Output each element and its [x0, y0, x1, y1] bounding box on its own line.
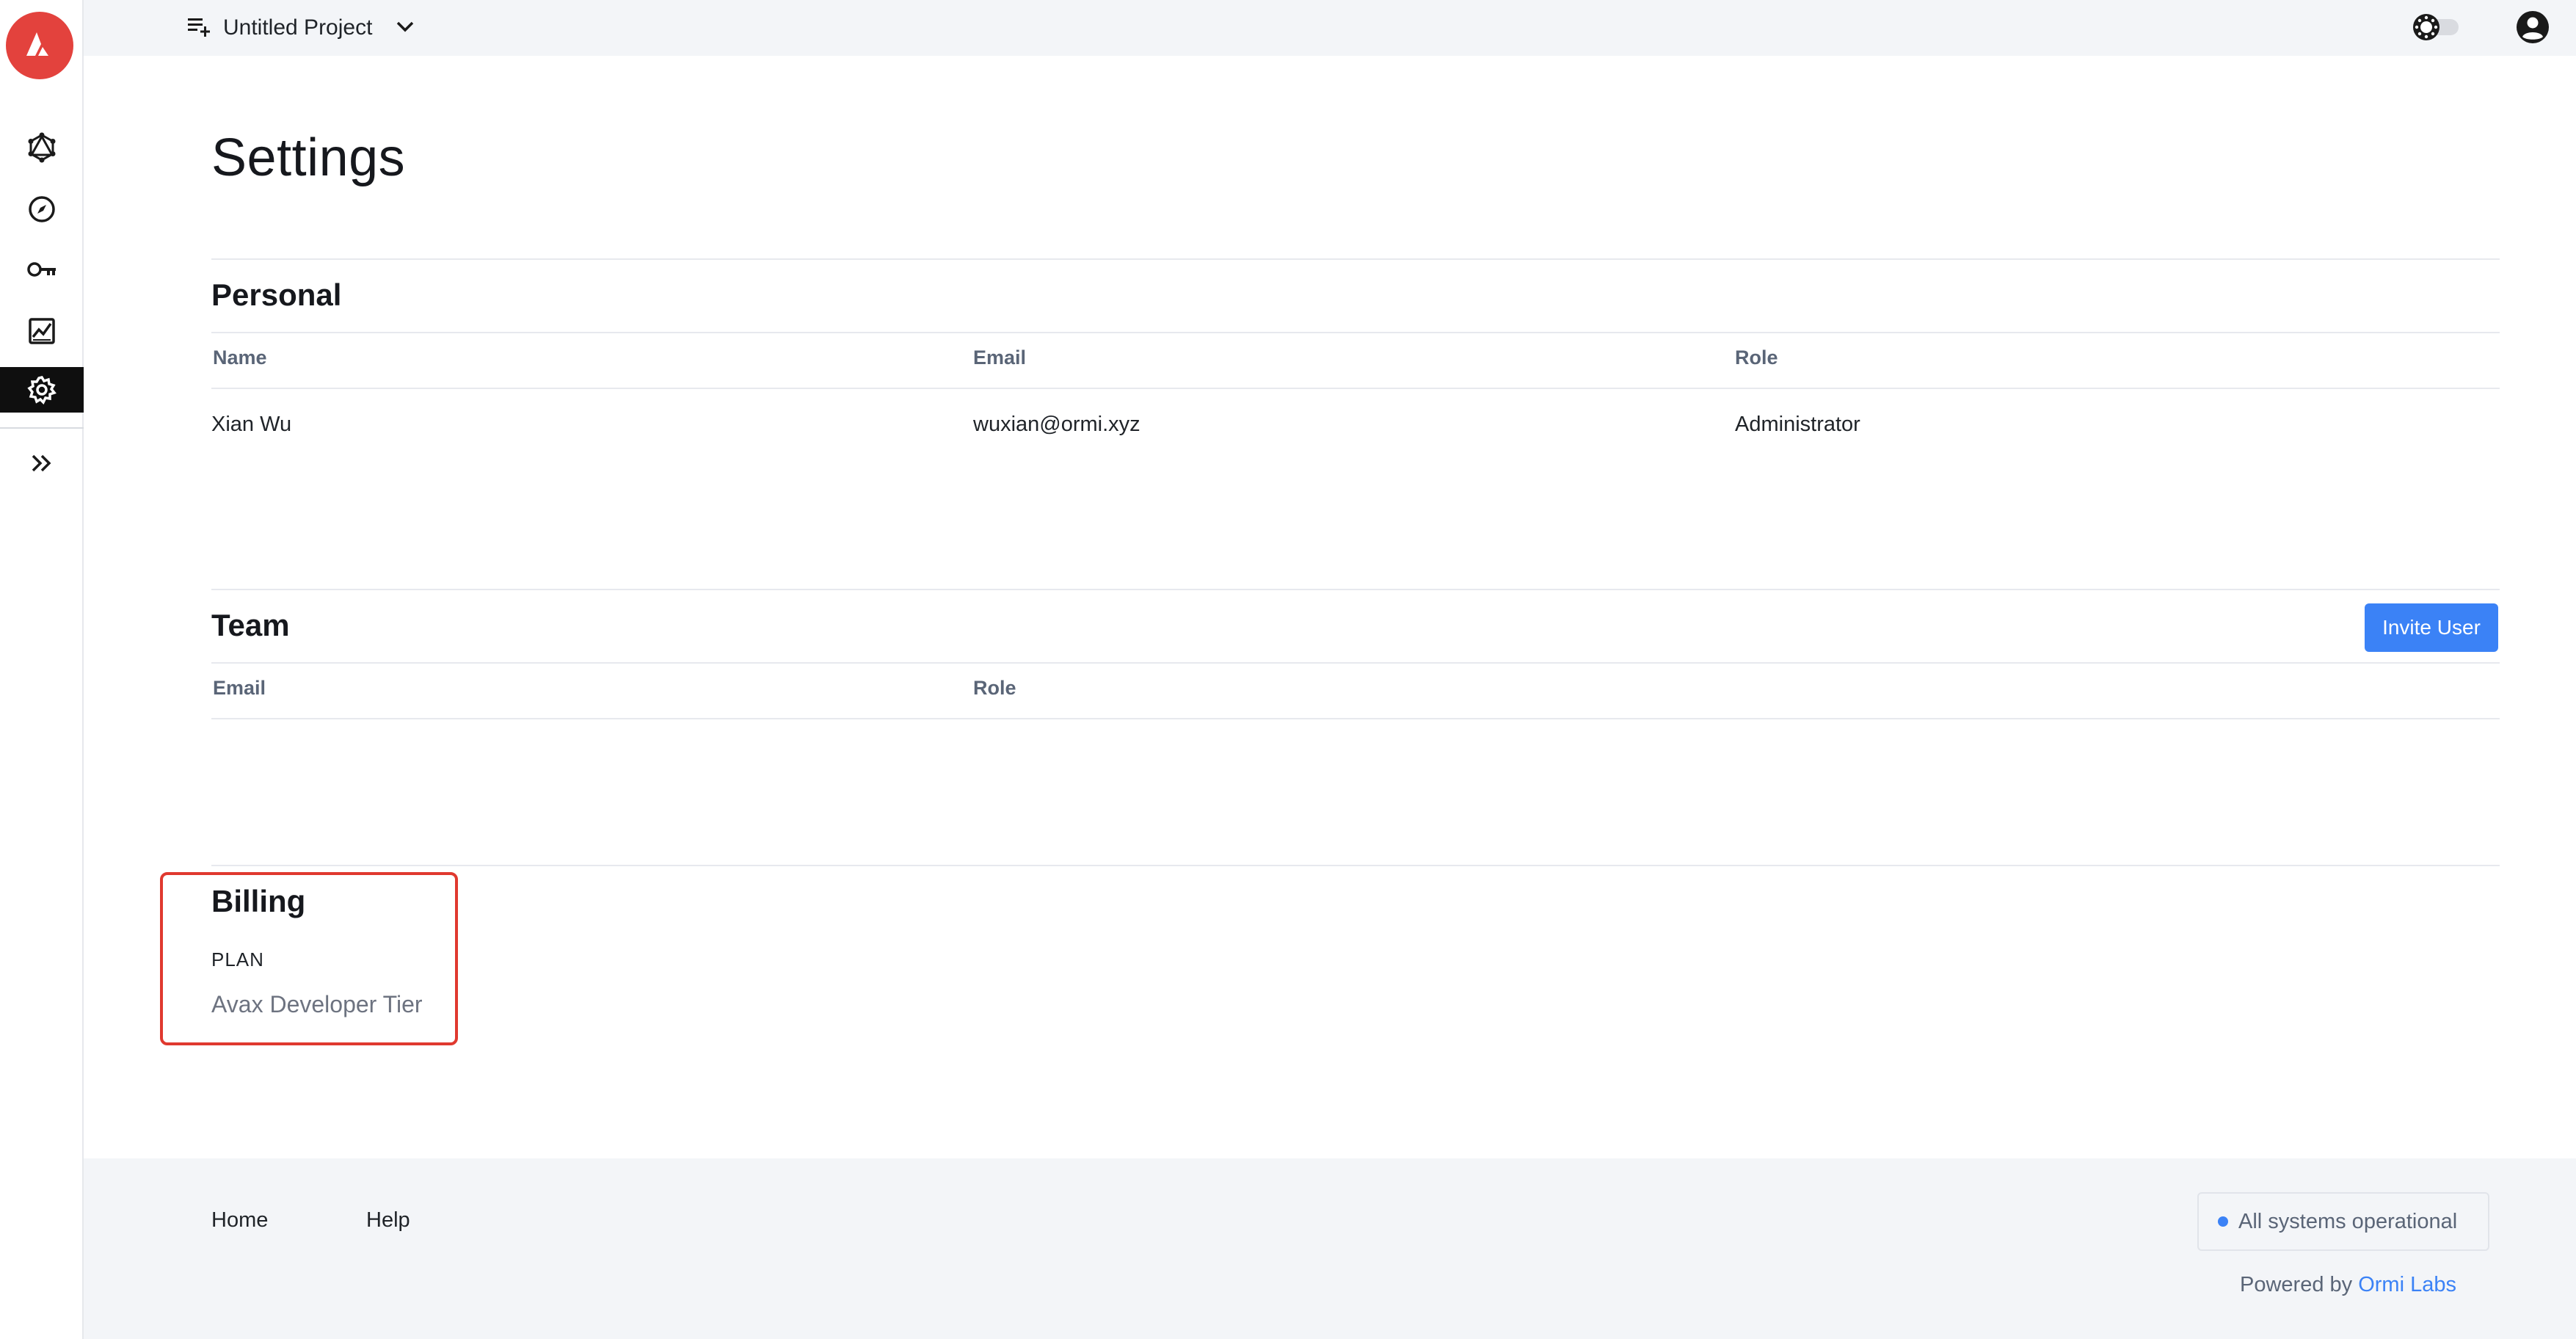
personal-name-cell: Xian Wu	[211, 413, 292, 436]
footer: Home Help All systems operational Powere…	[84, 1158, 2576, 1339]
key-icon	[27, 262, 56, 277]
personal-col-name: Name	[213, 346, 267, 369]
app-root: Untitled Project Settings Personal Name …	[0, 0, 2576, 1339]
graphql-icon	[28, 132, 56, 163]
ormi-labs-link[interactable]: Ormi Labs	[2358, 1273, 2456, 1296]
playlist-add-icon	[185, 12, 214, 45]
powered-by: Powered by Ormi Labs	[2240, 1273, 2456, 1297]
sidebar-expand-toggle[interactable]	[0, 440, 84, 486]
account-circle-icon[interactable]	[2514, 9, 2551, 46]
analytics-icon	[29, 318, 55, 344]
sidebar-item-graphql[interactable]	[0, 125, 84, 170]
main-content: Settings Personal Name Email Role Xian W…	[84, 56, 2576, 1158]
double-chevron-right-icon	[32, 454, 51, 472]
sun-icon	[2413, 14, 2439, 40]
project-name: Untitled Project	[223, 15, 373, 40]
personal-role-cell: Administrator	[1735, 413, 1860, 436]
top-bar: Untitled Project	[84, 0, 2576, 56]
divider	[211, 388, 2500, 389]
theme-toggle[interactable]	[2410, 10, 2460, 44]
personal-section-title: Personal	[211, 277, 342, 312]
divider	[211, 662, 2500, 664]
page-title: Settings	[211, 128, 406, 187]
billing-highlight-box	[160, 872, 458, 1045]
divider	[211, 589, 2500, 590]
system-status-badge[interactable]: All systems operational	[2197, 1192, 2489, 1251]
invite-user-button[interactable]: Invite User	[2365, 603, 2498, 652]
system-status-text: All systems operational	[2238, 1209, 2458, 1233]
footer-link-home[interactable]: Home	[211, 1208, 268, 1233]
sidebar-item-analytics[interactable]	[0, 308, 84, 354]
avalanche-logo-icon	[26, 32, 48, 56]
powered-by-prefix: Powered by	[2240, 1273, 2353, 1296]
divider	[211, 332, 2500, 333]
gear-icon	[27, 375, 57, 404]
sidebar-item-settings[interactable]	[0, 367, 84, 413]
compass-icon	[29, 196, 55, 222]
status-dot-icon	[2218, 1216, 2228, 1227]
divider	[211, 865, 2500, 866]
sidebar	[0, 0, 84, 1339]
divider	[211, 258, 2500, 260]
sidebar-item-api-keys[interactable]	[0, 247, 84, 292]
team-section-title: Team	[211, 608, 290, 642]
personal-col-email: Email	[973, 346, 1027, 369]
project-selector[interactable]: Untitled Project	[185, 9, 418, 47]
sidebar-divider	[0, 427, 84, 429]
sidebar-item-explorer[interactable]	[0, 186, 84, 232]
personal-email-cell: wuxian@ormi.xyz	[973, 413, 1140, 436]
team-col-email: Email	[213, 677, 266, 699]
divider	[211, 718, 2500, 719]
personal-col-role: Role	[1735, 346, 1778, 369]
chevron-down-icon	[381, 14, 418, 43]
team-col-role: Role	[973, 677, 1016, 699]
footer-link-help[interactable]: Help	[366, 1208, 410, 1233]
avalanche-logo[interactable]	[6, 12, 73, 79]
